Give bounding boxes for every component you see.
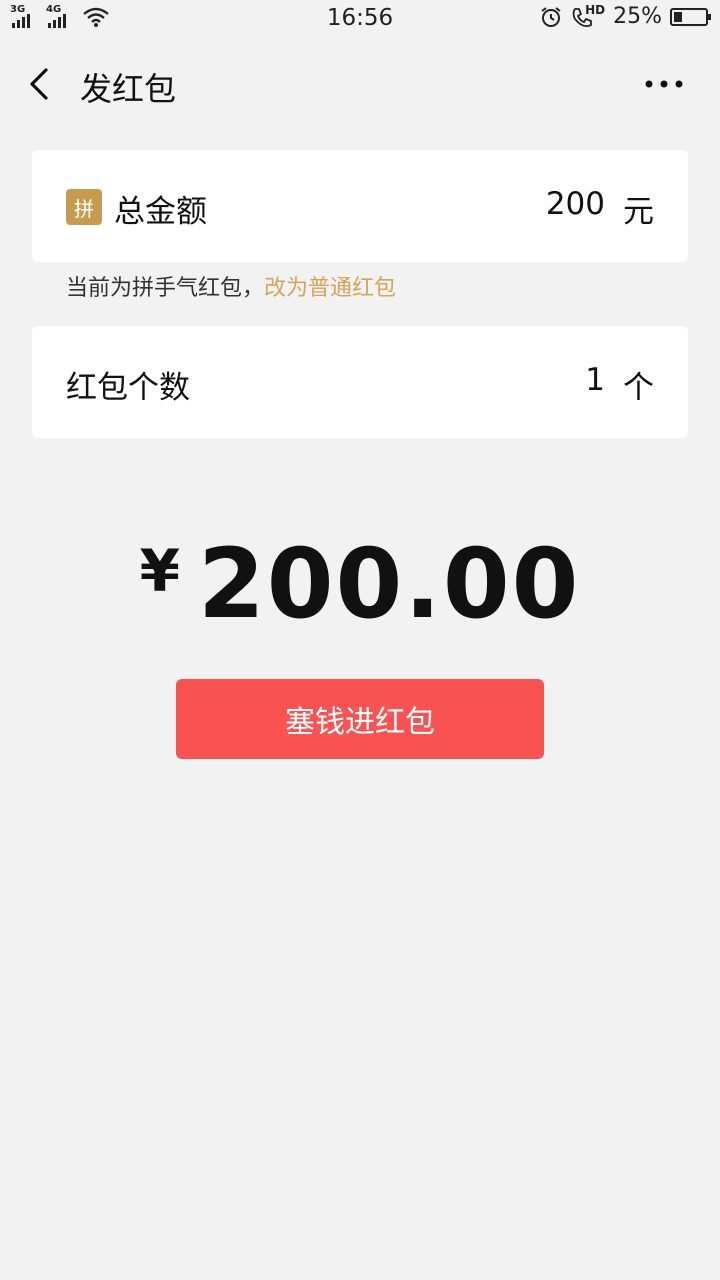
- status-bar: 3G 4G 16:56 HD 25%: [0, 0, 720, 40]
- more-dots-icon[interactable]: [644, 70, 684, 98]
- page-title: 发红包: [80, 70, 177, 108]
- alarm-icon: [541, 6, 561, 27]
- total-amount-row[interactable]: 拼 总金额 200 元: [32, 150, 688, 262]
- submit-red-packet-button[interactable]: 塞钱进红包: [176, 679, 544, 759]
- total-amount-value: 200: [545, 186, 605, 222]
- tip-text: 当前为拼手气红包，: [66, 276, 265, 301]
- battery-icon: [670, 7, 711, 26]
- chevron-left-icon[interactable]: [22, 62, 56, 106]
- total-display: ¥200.00: [0, 528, 720, 640]
- total-display-amount: 200.00: [197, 528, 581, 640]
- packet-count-row[interactable]: 红包个数 1 个: [32, 326, 688, 438]
- packet-count-value: 1: [585, 362, 605, 398]
- hd-label: HD: [585, 2, 606, 17]
- nav-header: 发红包: [0, 44, 720, 124]
- battery-fill: [674, 11, 682, 22]
- total-amount-input[interactable]: 200 元: [546, 186, 654, 231]
- total-amount-label: 总金额: [114, 194, 207, 230]
- currency-symbol: ¥: [139, 537, 180, 605]
- packet-count-unit: 个: [623, 370, 654, 406]
- switch-normal-packet-link[interactable]: 改为普通红包: [264, 276, 396, 301]
- packet-count-label: 红包个数: [66, 370, 190, 406]
- packet-type-tip: 当前为拼手气红包，改为普通红包: [66, 270, 396, 302]
- packet-count-input[interactable]: 1 个: [585, 362, 654, 407]
- total-amount-unit: 元: [623, 194, 654, 230]
- lucky-badge-icon: 拼: [66, 189, 102, 225]
- hd-call-icon: HD: [571, 2, 606, 29]
- battery-percentage: 25%: [613, 4, 662, 29]
- status-right: HD 25%: [539, 2, 711, 29]
